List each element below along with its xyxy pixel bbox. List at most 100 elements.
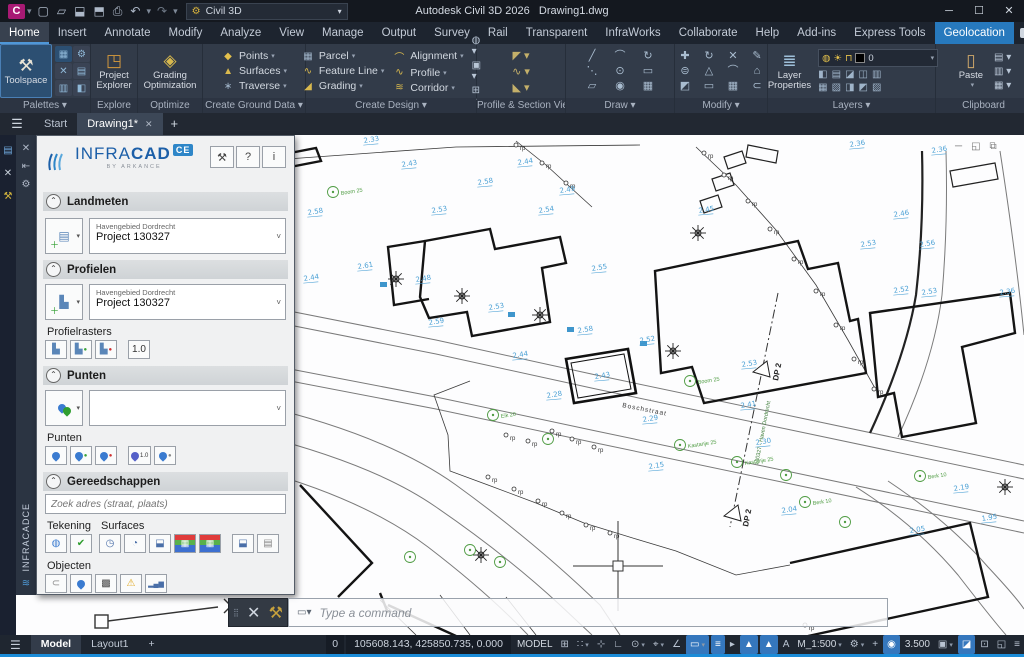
modify-tool-icon-0[interactable]: ✚ [676,50,694,63]
ribbon-tab-add-ins[interactable]: Add-ins [788,22,845,44]
profile-button[interactable]: ∿ Profile ▾ [392,67,463,79]
landmeten-import-button[interactable]: ▤ ＋ ▾ [45,218,83,254]
layer-dropdown[interactable]: ◍ ☀ ⊓ 0 ▾ [818,49,939,67]
grading-optimization-button[interactable]: ◈ Grading Optimization [141,45,200,97]
project-explorer-button[interactable]: ◳ Project Explorer [93,45,134,97]
surfaces-button-6[interactable]: ▤ [257,534,279,553]
annotation-scale[interactable]: M_1:500 ▾ [793,635,845,655]
collapse-icon[interactable]: ⌃ [46,194,61,209]
command-input[interactable]: ▭▾ Type a command [288,598,888,627]
panel-caption[interactable]: Palettes ▾ [0,98,90,113]
lineweight-icon[interactable]: ≡ [711,635,725,654]
corridor-button[interactable]: ≋ Corridor ▾ [392,82,463,94]
surfaces-button-5[interactable]: ⬓ [232,534,254,553]
objecten-button-2[interactable]: ▩ [95,574,117,593]
panel-caption[interactable]: Layers ▾ [768,98,935,113]
new-layout-button[interactable]: + [138,635,164,654]
address-search-input[interactable] [45,494,286,514]
draw-tool-icon-7[interactable]: ◉ [609,80,631,93]
punten-button-3[interactable]: 1.0 [128,446,152,465]
z-elevation-value[interactable]: 3.500 [901,635,934,654]
palette-title-bar[interactable]: ✕ ⇤ ⚙ INFRACADCE ≋ [16,135,36,595]
ribbon-tab-collaborate[interactable]: Collaborate [670,22,747,44]
ribbon-tab-rail[interactable]: Rail [479,22,517,44]
landmeten-project-dropdown[interactable]: Havengebied Dordrecht Project 130327 ˅ [89,218,286,254]
isodraft-icon[interactable]: ∠ [668,635,685,654]
layer-tool-icon-4[interactable]: ▨ [872,82,881,93]
layer-tool-icon-1[interactable]: ▤ [832,69,841,80]
objecten-button-3[interactable]: ⚠ [120,574,142,593]
ribbon-tab-geolocation[interactable]: Geolocation [934,22,1014,44]
collapse-icon[interactable]: ⌃ [46,368,61,383]
save-icon[interactable]: ⬓ [74,0,85,22]
profielen-project-dropdown[interactable]: Havengebied Dordrecht Project 130327 ˅ [89,284,286,320]
draw-tool-icon-3[interactable]: ⋱ [581,65,603,78]
section-gereedschappen[interactable]: ⌃ Gereedschappen [43,472,288,491]
tool-palettes-icon[interactable]: ✕ [4,168,12,179]
maximize-button[interactable]: ☐ [964,0,994,22]
panel-caption[interactable]: Modify ▾ [675,98,767,113]
ribbon-tab-output[interactable]: Output [373,22,426,44]
palette-tool-icon-1[interactable]: ⚙ [73,46,90,62]
objecten-button-4[interactable]: ▂▄▆ [145,574,167,593]
tab-start[interactable]: Start [34,113,77,135]
ribbon-tab-manage[interactable]: Manage [313,22,373,44]
draw-tool-icon-6[interactable]: ▱ [581,80,603,93]
layer-tool-icon-3[interactable]: ◩ [859,82,868,93]
modify-tool-icon-6[interactable]: ⌒ [724,65,742,78]
annotation-icon[interactable]: A [779,635,794,654]
annotation-visibility-icon[interactable]: ▲ [739,635,758,654]
clean-screen-icon[interactable]: ⊡ [976,635,992,654]
redo-arrow-icon[interactable]: ▾ [173,0,178,22]
punten-import-button[interactable]: ▾ [45,390,83,426]
palette-properties-icon[interactable]: ⚙ [22,176,31,194]
draw-tool-icon-0[interactable]: ╱ [581,50,603,63]
profielen-import-button[interactable]: ▙ ＋ ▾ [45,284,83,320]
app-menu-arrow-icon[interactable]: ▾ [27,0,32,22]
toolspace-button[interactable]: ⚒ Toolspace [0,44,52,98]
clipboard-tool-icon-0[interactable]: ▤ ▾ [994,52,1011,63]
layer-properties-button[interactable]: ≣ Layer Properties [765,45,814,97]
isolate-icon[interactable]: ▣ ▾ [934,635,957,655]
tab-close-icon[interactable]: ✕ [145,119,153,129]
modify-tool-icon-3[interactable]: ✎ [748,50,766,63]
clipboard-tool-icon-2[interactable]: ▦ ▾ [994,80,1011,91]
tekening-button-0[interactable]: ◍ [45,534,67,553]
tekening-button-1[interactable]: ✔ [70,534,92,553]
collapse-icon[interactable]: ⌃ [46,474,61,489]
open-file-icon[interactable]: ▱ [57,0,66,22]
palette-tool-icon-0[interactable]: ▦ [55,46,72,62]
modify-tool-icon-1[interactable]: ↻ [700,50,718,63]
punten-button-0[interactable] [45,446,67,465]
palette-tool-icon-2[interactable]: ✕ [55,63,72,79]
command-close-icon[interactable]: ✕ [247,603,260,623]
panel-caption[interactable]: Explore [91,98,137,113]
drag-grip-icon[interactable]: ⣿ [233,608,239,617]
ribbon-tab-modify[interactable]: Modify [160,22,212,44]
surfaces-button-4[interactable]: ▦ [199,534,221,553]
objecten-button-1[interactable] [70,574,92,593]
status-menu-icon[interactable]: ☰ [10,638,21,652]
panel-caption[interactable]: Clipboard [936,98,1024,113]
modify-tool-icon-7[interactable]: ⌂ [748,65,766,78]
feature-line-button[interactable]: ∿ Feature Line ▾ [301,65,385,77]
ribbon-tab-view[interactable]: View [270,22,313,44]
save-as-icon[interactable]: ⬒ [93,0,104,22]
ribbon-tab-annotate[interactable]: Annotate [95,22,159,44]
wrench-icon[interactable]: ⚒ [4,191,13,202]
ribbon-tab-insert[interactable]: Insert [49,22,96,44]
panel-caption[interactable]: Profile & Section Views [477,98,565,113]
profielraster-button-2[interactable]: ▙ ● [95,340,117,359]
surfaces-button-2[interactable]: ⬓ [149,534,171,553]
draw-tool-icon-4[interactable]: ⊙ [609,65,631,78]
grid-icon[interactable]: ⊞ [557,635,573,654]
undo-arrow-icon[interactable]: ▾ [146,0,151,22]
panel-caption[interactable]: Draw ▾ [566,98,674,113]
surfaces-button-3[interactable]: ▦ [174,534,196,553]
tab-drawing1[interactable]: Drawing1* ✕ [77,113,163,135]
ribbon-tab-express-tools[interactable]: Express Tools [845,22,934,44]
points-button[interactable]: ◆ Points ▾ [221,50,287,62]
ortho-icon[interactable]: ∟ [609,635,627,654]
clipboard-tool-icon-1[interactable]: ▥ ▾ [994,66,1011,77]
section-profielen[interactable]: ⌃ Profielen [43,260,288,279]
